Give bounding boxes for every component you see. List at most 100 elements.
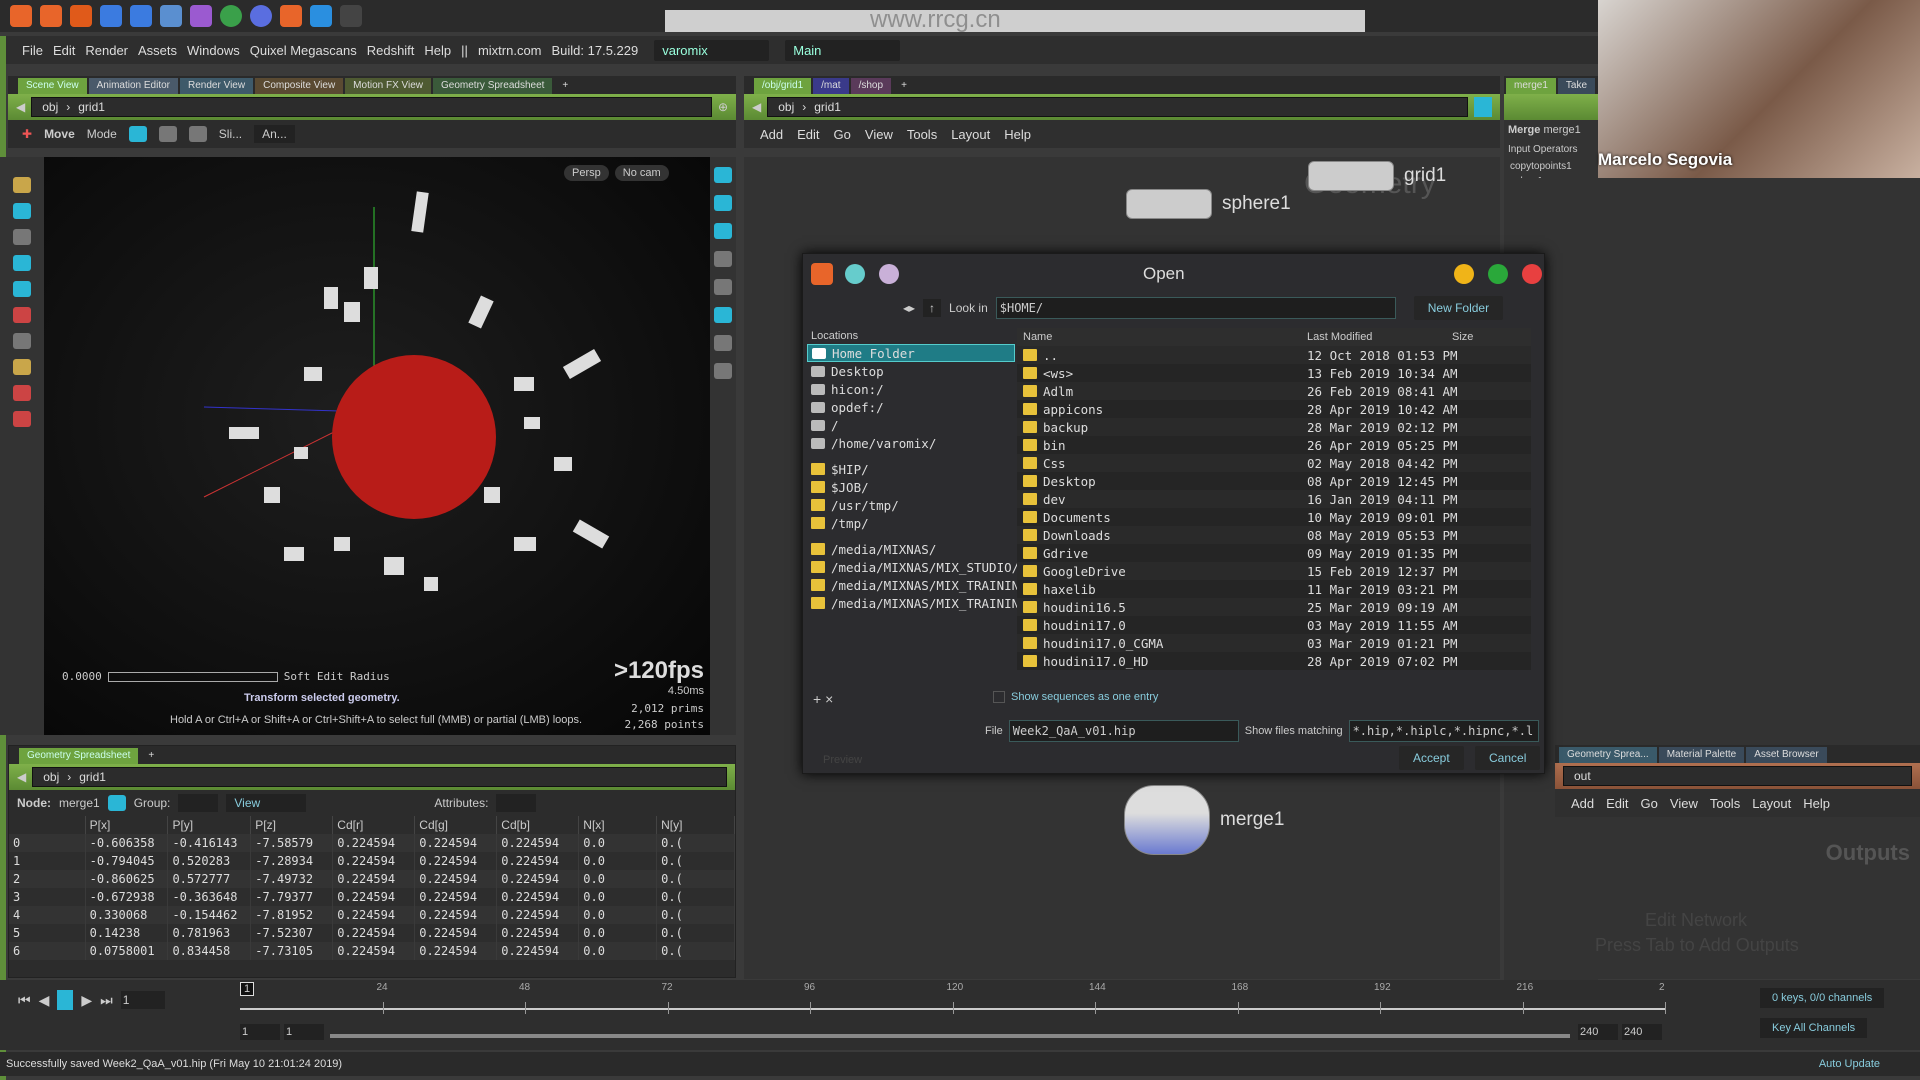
file-row[interactable]: haxelib 11 Mar 2019 03:21 PM <box>1017 580 1531 598</box>
tab-animation-editor[interactable]: Animation Editor <box>88 78 179 94</box>
column-header[interactable]: Cd[r] <box>332 816 416 834</box>
path-field[interactable]: out <box>1563 766 1912 786</box>
accept-button[interactable]: Accept <box>1399 746 1464 770</box>
location-item[interactable]: /usr/tmp/ <box>807 496 1015 514</box>
chrome-icon[interactable] <box>220 5 242 27</box>
file-row[interactable]: backup 28 Mar 2019 02:12 PM <box>1017 418 1531 436</box>
tab-render-view[interactable]: Render View <box>180 78 254 94</box>
filter-field[interactable]: *.hip,*.hiplc,*.hipnc,*.l <box>1348 720 1539 742</box>
frame-field[interactable]: 1 <box>120 991 165 1009</box>
tool-icon[interactable] <box>714 167 732 183</box>
menu-file[interactable]: File <box>22 43 43 58</box>
location-item[interactable]: $HIP/ <box>807 460 1015 478</box>
app-icon[interactable] <box>310 5 332 27</box>
file-row[interactable]: .. 12 Oct 2018 01:53 PM <box>1017 346 1531 364</box>
file-row[interactable]: houdini17.0 03 May 2019 11:55 AM <box>1017 616 1531 634</box>
back-arrow-icon[interactable]: ◀ <box>16 100 25 114</box>
start-frame-field-2[interactable]: 1 <box>284 1024 324 1040</box>
attributes-field[interactable] <box>496 794 537 812</box>
tool-icon[interactable] <box>13 203 31 219</box>
minimize-button[interactable] <box>1454 264 1474 284</box>
pin-button[interactable] <box>845 264 865 284</box>
tool-icon[interactable] <box>13 359 31 375</box>
file-row[interactable]: dev 16 Jan 2019 04:11 PM <box>1017 490 1531 508</box>
app-icon[interactable] <box>160 5 182 27</box>
path-field[interactable]: obj › grid1 <box>32 767 727 787</box>
tab-scene-view[interactable]: Scene View <box>18 78 87 94</box>
app-icon[interactable] <box>100 5 122 27</box>
tool-icon[interactable] <box>714 223 732 239</box>
keys-channels-button[interactable]: 0 keys, 0/0 channels <box>1760 988 1885 1008</box>
app-icon[interactable] <box>70 5 92 27</box>
location-item[interactable]: /media/MIXNAS/MIX_TRAINING <box>807 594 1027 612</box>
tab-take[interactable]: Take <box>1557 78 1596 94</box>
close-button[interactable] <box>1522 264 1542 284</box>
out-menu-add[interactable]: Add <box>1571 796 1594 811</box>
column-header[interactable]: Cd[b] <box>496 816 580 834</box>
go-to-end-icon[interactable]: ⏭ <box>100 992 113 1009</box>
tool-icon[interactable] <box>13 281 31 297</box>
menu-render[interactable]: Render <box>85 43 128 58</box>
menu-redshift[interactable]: Redshift <box>367 43 415 58</box>
maximize-button[interactable] <box>1488 264 1508 284</box>
column-header[interactable]: Cd[g] <box>414 816 498 834</box>
node-merge1[interactable]: merge1 <box>1124 785 1284 855</box>
tool-icon[interactable] <box>13 333 31 349</box>
file-row[interactable]: houdini17.0_HD 28 Apr 2019 07:02 PM <box>1017 652 1531 670</box>
location-item[interactable]: / <box>807 416 1015 434</box>
timeline-ruler[interactable]: 1 24 48 72 96 120 144 168 192 216 2 <box>240 980 1666 1018</box>
location-item[interactable]: /home/varomix/ <box>807 434 1015 452</box>
tool-icon[interactable] <box>714 363 732 379</box>
file-row[interactable]: appicons 28 Apr 2019 10:42 AM <box>1017 400 1531 418</box>
column-last-modified[interactable]: Last Modified <box>1307 331 1452 343</box>
net-menu-layout[interactable]: Layout <box>951 127 990 142</box>
end-frame-field-2[interactable]: 240 <box>1622 1024 1662 1040</box>
tool-icon[interactable] <box>714 195 732 211</box>
path-obj[interactable]: obj <box>42 100 58 114</box>
column-name[interactable]: Name <box>1017 331 1307 343</box>
app-icon[interactable] <box>130 5 152 27</box>
path-out[interactable]: out <box>1574 769 1591 783</box>
net-menu-edit[interactable]: Edit <box>797 127 819 142</box>
node-sphere1[interactable]: sphere1 <box>1126 189 1291 219</box>
sli-button[interactable]: Sli... <box>219 127 242 141</box>
file-row[interactable]: <ws> 13 Feb 2019 10:34 AM <box>1017 364 1531 382</box>
magnet-icon[interactable] <box>13 411 31 427</box>
file-row[interactable]: bin 26 Apr 2019 05:25 PM <box>1017 436 1531 454</box>
start-frame-field[interactable]: 1 <box>240 1024 280 1040</box>
auto-update-toggle[interactable]: Auto Update <box>1819 1058 1880 1070</box>
net-menu-help[interactable]: Help <box>1004 127 1031 142</box>
move-tool-icon[interactable]: ✚ <box>22 127 32 141</box>
column-header[interactable]: P[z] <box>250 816 334 834</box>
out-menu-layout[interactable]: Layout <box>1752 796 1791 811</box>
app-icon[interactable] <box>190 5 212 27</box>
path-obj[interactable]: obj <box>778 100 794 114</box>
tab-material-palette[interactable]: Material Palette <box>1658 747 1745 763</box>
location-item[interactable]: /media/MIXNAS/MIX_TRAINING <box>807 576 1027 594</box>
go-to-start-icon[interactable]: ⏮ <box>18 992 31 1009</box>
tab-obj-grid1[interactable]: /obj/grid1 <box>754 78 812 94</box>
column-header[interactable]: N[x] <box>578 816 658 834</box>
path-grid1[interactable]: grid1 <box>78 100 105 114</box>
tool-icon[interactable] <box>13 307 31 323</box>
location-item[interactable]: /media/MIXNAS/MIX_STUDIO/ <box>807 558 1019 576</box>
tab-geometry-spreadsheet[interactable]: Geometry Spreadsheet <box>19 748 139 764</box>
file-row[interactable]: Documents 10 May 2019 09:01 PM <box>1017 508 1531 526</box>
back-arrow-icon[interactable]: ◀ <box>17 770 26 784</box>
net-menu-add[interactable]: Add <box>760 127 783 142</box>
file-row[interactable]: Downloads 08 May 2019 05:53 PM <box>1017 526 1531 544</box>
add-tab-button[interactable]: + <box>554 78 576 94</box>
node-name-field[interactable]: merge1 <box>1543 124 1580 136</box>
column-header[interactable]: N[y] <box>656 816 735 834</box>
menu-help[interactable]: Help <box>424 43 451 58</box>
desktop-selector[interactable]: varomix <box>654 39 770 61</box>
soft-radius-slider[interactable] <box>107 671 278 682</box>
an-dropdown[interactable]: An... <box>254 125 295 143</box>
out-menu-tools[interactable]: Tools <box>1710 796 1740 811</box>
file-row[interactable]: houdini17.0_CGMA 03 Mar 2019 01:21 PM <box>1017 634 1531 652</box>
houdini-icon[interactable] <box>40 5 62 27</box>
tab-motion-fx-view[interactable]: Motion FX View <box>345 78 432 94</box>
app-icon[interactable] <box>340 5 362 27</box>
out-menu-edit[interactable]: Edit <box>1606 796 1628 811</box>
look-in-field[interactable]: $HOME/ <box>995 297 1396 319</box>
